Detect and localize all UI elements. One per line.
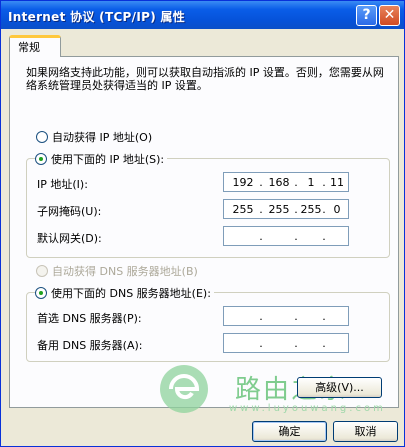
tab-general-label: 常规 <box>18 41 40 54</box>
dialog-window: Internet 协议 (TCP/IP) 属性 ? ✕ 常规 如果网络支持此功能… <box>0 0 405 447</box>
watermark-subtext: www.luyouwang.com <box>229 403 386 414</box>
tab-general[interactable]: 常规 <box>9 35 61 57</box>
ip-octet-1: 192 <box>232 176 254 189</box>
radio-auto-ip-indicator <box>36 131 48 143</box>
radio-manual-dns[interactable]: 使用下面的 DNS 服务器地址(E): <box>35 285 214 300</box>
mask-octet-1: 255 <box>232 203 254 216</box>
ip-address-label: IP 地址(I): <box>37 178 88 191</box>
radio-auto-dns-indicator <box>36 265 48 277</box>
ip-dot: . <box>322 310 326 323</box>
subnet-mask-label: 子网掩码(U): <box>37 205 102 218</box>
radio-manual-ip-label: 使用下面的 IP 地址(S): <box>51 153 165 166</box>
alternate-dns-label: 备用 DNS 服务器(A): <box>37 339 143 352</box>
dns-group: 使用下面的 DNS 服务器地址(E): 首选 DNS 服务器(P): . . .… <box>26 285 390 362</box>
ip-dot: . <box>294 337 298 350</box>
preferred-dns-label: 首选 DNS 服务器(P): <box>37 312 142 325</box>
default-gateway-input[interactable]: . . . <box>223 226 349 246</box>
close-icon: ✕ <box>383 7 396 23</box>
mask-octet-4: 0 <box>333 203 341 216</box>
radio-manual-ip[interactable]: 使用下面的 IP 地址(S): <box>35 151 168 166</box>
watermark-logo-icon <box>160 365 208 413</box>
radio-manual-dns-label: 使用下面的 DNS 服务器地址(E): <box>51 287 211 300</box>
default-gateway-label: 默认网关(D): <box>37 232 102 245</box>
ip-octet-2: 168 <box>268 176 290 189</box>
ip-octet-4: 11 <box>330 176 344 189</box>
advanced-button-label: 高级(V)... <box>315 381 364 394</box>
window-title: Internet 协议 (TCP/IP) 属性 <box>8 10 186 24</box>
ip-dot: . <box>322 230 326 243</box>
ip-dot: . <box>259 176 263 189</box>
radio-auto-dns-label: 自动获得 DNS 服务器地址(B) <box>52 265 198 278</box>
radio-auto-ip[interactable]: 自动获得 IP 地址(O) <box>36 129 153 144</box>
cancel-button[interactable]: 取消 <box>333 421 398 442</box>
mask-octet-2: 255 <box>268 203 290 216</box>
title-bar[interactable]: Internet 协议 (TCP/IP) 属性 ? ✕ <box>1 1 404 29</box>
general-panel: 如果网络支持此功能，则可以获取自动指派的 IP 设置。否则，您需要从网络系统管理… <box>9 56 399 408</box>
radio-auto-dns: 自动获得 DNS 服务器地址(B) <box>36 263 198 278</box>
radio-manual-ip-indicator <box>35 153 47 165</box>
question-icon: ? <box>362 7 371 23</box>
close-button[interactable]: ✕ <box>379 5 400 26</box>
cancel-button-label: 取消 <box>354 425 377 438</box>
radio-manual-dns-indicator <box>35 287 47 299</box>
ip-dot: . <box>259 203 263 216</box>
alternate-dns-input[interactable]: . . . <box>223 333 349 353</box>
ip-dot: . <box>294 310 298 323</box>
help-button[interactable]: ? <box>356 5 377 26</box>
ip-dot: . <box>259 310 263 323</box>
ip-address-input[interactable]: 192 . 168 . 1 . 11 <box>223 172 349 192</box>
ip-dot: . <box>259 230 263 243</box>
subnet-mask-input[interactable]: 255 . 255 . 255 . 0 <box>223 199 349 219</box>
ip-dot: . <box>294 230 298 243</box>
ok-button-label: 确定 <box>278 425 301 438</box>
advanced-button[interactable]: 高级(V)... <box>297 377 382 398</box>
ip-dot: . <box>322 337 326 350</box>
description-text: 如果网络支持此功能，则可以获取自动指派的 IP 设置。否则，您需要从网络系统管理… <box>26 66 384 92</box>
radio-auto-ip-label: 自动获得 IP 地址(O) <box>52 131 153 144</box>
preferred-dns-input[interactable]: . . . <box>223 306 349 326</box>
ip-dot: . <box>259 337 263 350</box>
ok-button[interactable]: 确定 <box>252 421 327 442</box>
ip-address-group: 使用下面的 IP 地址(S): IP 地址(I): 192 . 168 . 1 … <box>26 151 390 258</box>
